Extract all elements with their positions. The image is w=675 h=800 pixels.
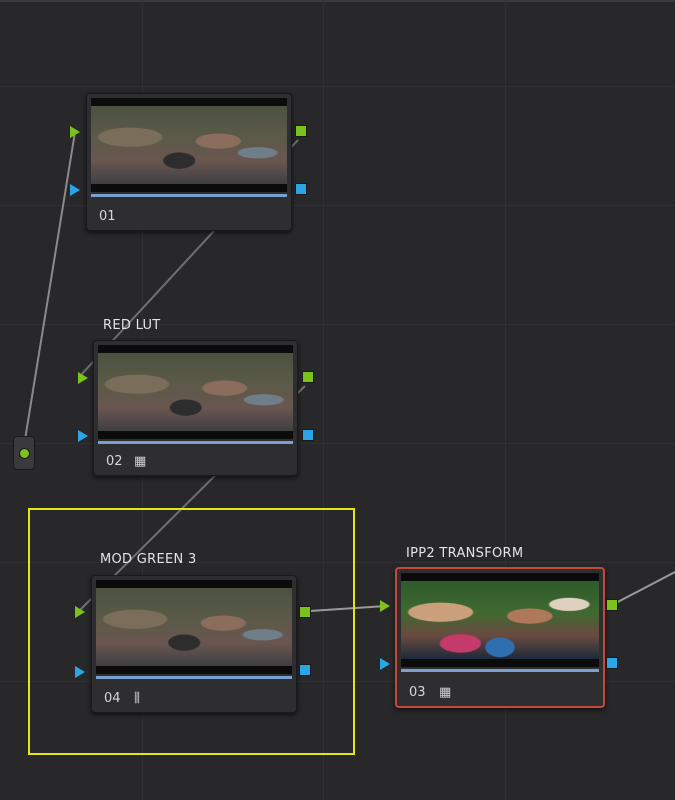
node-01-status-bar <box>91 194 287 197</box>
node-04-thumbnail <box>96 580 292 674</box>
node-01-alpha-output[interactable] <box>295 183 307 195</box>
node-01-number: 01 <box>99 209 116 224</box>
node-01-alpha-input[interactable] <box>70 184 80 196</box>
node-04-rgb-output[interactable] <box>299 606 311 618</box>
node-03-alpha-output[interactable] <box>606 657 618 669</box>
link-source-to-01 <box>22 131 76 453</box>
node-02-thumbnail <box>98 345 293 439</box>
node-04-rgb-input[interactable] <box>75 606 85 618</box>
source-input-node[interactable] <box>13 436 35 470</box>
node-04-number: 04 <box>104 691 121 706</box>
node-02-label[interactable]: RED LUT <box>103 318 161 333</box>
node-04-alpha-input[interactable] <box>75 666 85 678</box>
node-03-number: 03 <box>409 685 426 700</box>
lut-grid-icon: ▦ <box>439 685 452 700</box>
node-03[interactable]: 03 ▦ <box>395 567 605 708</box>
node-04-status-bar <box>96 676 292 679</box>
node-01-rgb-input[interactable] <box>70 126 80 138</box>
node-01-rgb-output[interactable] <box>295 125 307 137</box>
node-01[interactable]: 01 <box>86 93 292 231</box>
node-02-rgb-input[interactable] <box>78 372 88 384</box>
node-01-thumbnail <box>91 98 287 192</box>
node-02[interactable]: 02 ▦ <box>93 340 298 476</box>
node-03-label[interactable]: IPP2 TRANSFORM <box>406 546 523 561</box>
curves-sliders-icon: ⫼ <box>134 691 140 706</box>
lut-grid-icon: ▦ <box>134 454 147 469</box>
node-02-alpha-output[interactable] <box>302 429 314 441</box>
node-03-thumbnail <box>401 573 599 667</box>
link-03-to-output <box>611 571 675 606</box>
node-04-label[interactable]: MOD GREEN 3 <box>100 552 197 567</box>
node-02-alpha-input[interactable] <box>78 430 88 442</box>
node-03-rgb-input[interactable] <box>380 600 390 612</box>
node-04[interactable]: 04 ⫼ <box>91 575 297 713</box>
node-03-rgb-output[interactable] <box>606 599 618 611</box>
node-02-number: 02 <box>106 454 123 469</box>
node-02-status-bar <box>98 441 293 444</box>
node-04-alpha-output[interactable] <box>299 664 311 676</box>
node-02-rgb-output[interactable] <box>302 371 314 383</box>
node-03-alpha-input[interactable] <box>380 658 390 670</box>
node-03-status-bar <box>401 669 599 672</box>
source-output-port[interactable] <box>19 448 30 459</box>
